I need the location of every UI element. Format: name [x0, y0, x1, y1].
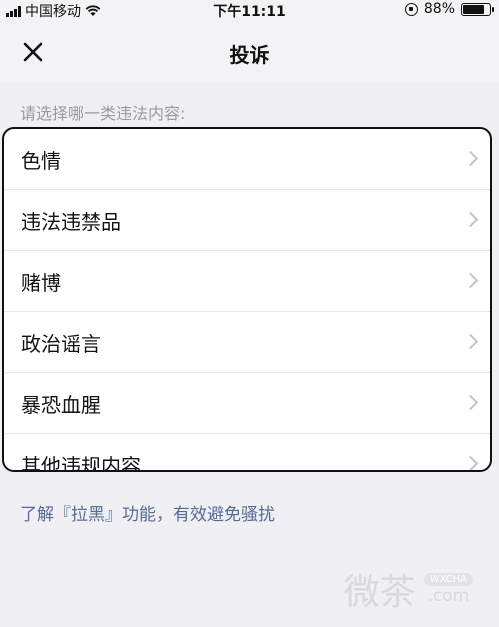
- list-item-label: 政治谣言: [21, 331, 101, 356]
- watermark-domain: .com: [427, 585, 470, 606]
- chevron-right-icon: [462, 211, 479, 228]
- list-item-political-rumor[interactable]: 政治谣言: [4, 312, 490, 373]
- list-item-label: 暴恐血腥: [21, 392, 101, 417]
- status-right: 88%: [404, 1, 494, 17]
- battery-icon: [461, 2, 494, 16]
- list-item-porn[interactable]: 色情: [4, 129, 490, 190]
- list-item-label: 其他违规内容: [21, 453, 141, 472]
- prompt-text: 请选择哪一类违法内容:: [20, 104, 186, 123]
- watermark-badge: WXCHA: [423, 572, 473, 586]
- list-item-violence[interactable]: 暴恐血腥: [4, 373, 490, 434]
- list-item-label: 色情: [21, 148, 61, 173]
- chevron-right-icon: [462, 394, 479, 411]
- page-title: 投诉: [229, 43, 270, 67]
- chevron-right-icon: [462, 333, 479, 350]
- category-list: 色情 违法违禁品 赌博 政治谣言 暴恐血腥 其他违规内容: [2, 127, 492, 472]
- list-item-gambling[interactable]: 赌博: [4, 251, 490, 312]
- status-bar: 中国移动 下午11:11 88%: [0, 0, 499, 20]
- nav-bar: 投诉: [0, 20, 499, 82]
- orientation-lock-icon: [404, 2, 418, 16]
- watermark-logo: 微茶 WXCHA .com: [344, 563, 473, 615]
- blacklist-info-link[interactable]: 了解『拉黑』功能，有效避免骚扰: [20, 500, 275, 525]
- chevron-right-icon: [462, 150, 479, 167]
- list-item-label: 赌博: [21, 270, 61, 295]
- list-item-other[interactable]: 其他违规内容: [4, 434, 490, 472]
- list-item-contraband[interactable]: 违法违禁品: [4, 190, 490, 251]
- chevron-right-icon: [462, 455, 479, 470]
- battery-percent: 88%: [423, 1, 455, 17]
- chevron-right-icon: [462, 272, 479, 289]
- list-item-label: 违法违禁品: [21, 209, 121, 234]
- watermark-text: 微茶: [343, 572, 416, 613]
